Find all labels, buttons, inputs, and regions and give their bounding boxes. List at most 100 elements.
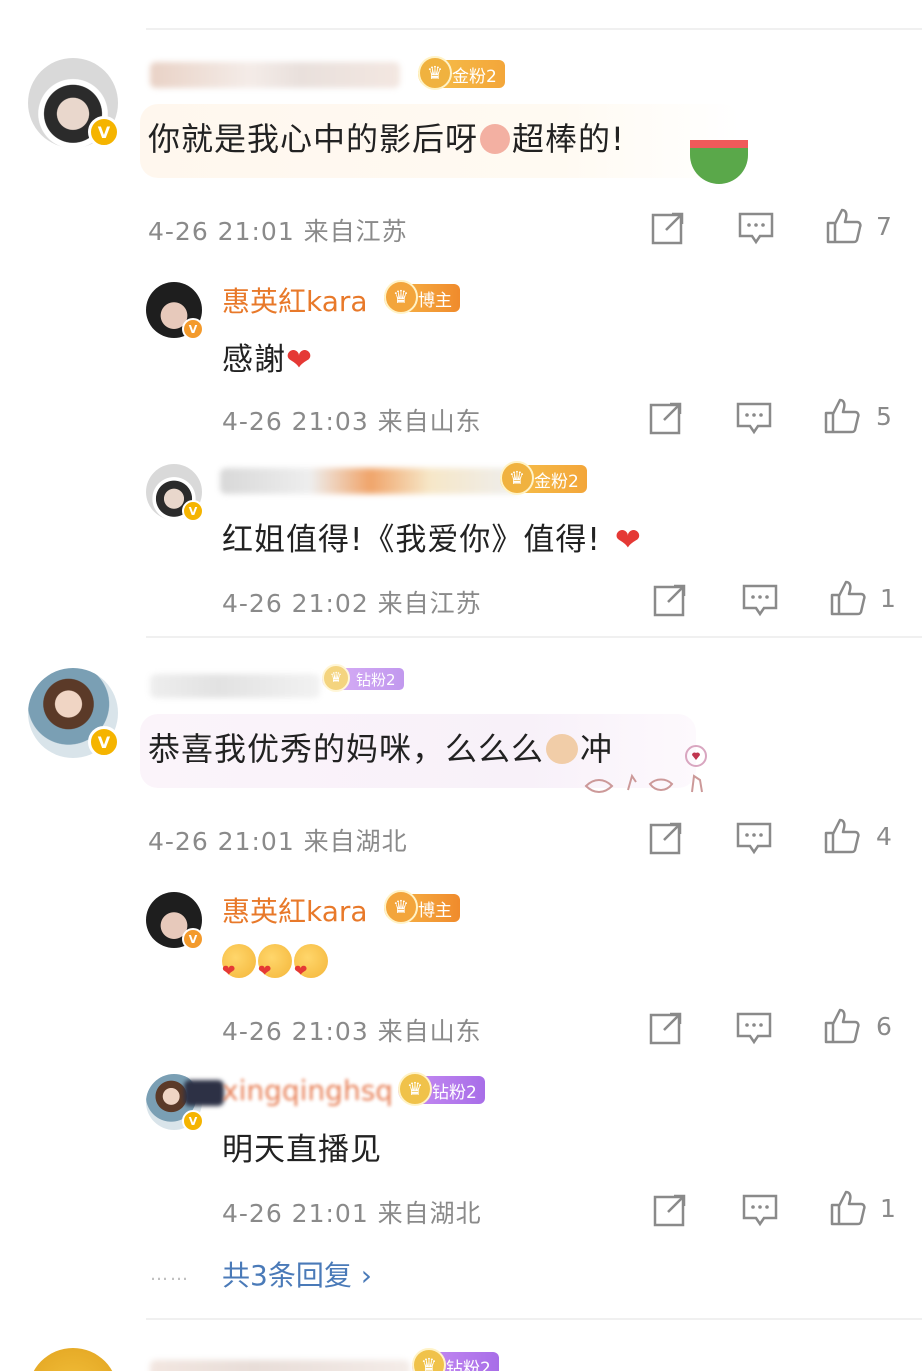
crown-icon: ♛ xyxy=(500,461,534,495)
avatar[interactable]: V xyxy=(146,892,204,950)
like-count: 1 xyxy=(880,584,896,613)
reply-meta: 4-26 21:01 来自湖北 xyxy=(222,1199,482,1228)
comment-icon xyxy=(742,1194,778,1227)
share-button[interactable] xyxy=(646,1008,686,1048)
comment-meta: 4-26 21:01 来自江苏 xyxy=(148,217,408,246)
thumbs-up-icon xyxy=(830,1190,866,1226)
verified-badge: V xyxy=(182,318,204,340)
avatar[interactable]: V xyxy=(28,668,120,758)
thumbs-up-icon xyxy=(824,398,860,434)
fan-badge: ♛ 钻粉2 xyxy=(322,664,404,692)
fan-badge: ♛ 金粉2 xyxy=(500,461,587,495)
reply-button[interactable] xyxy=(734,818,774,858)
like-button[interactable] xyxy=(824,206,864,246)
reply-button[interactable] xyxy=(734,398,774,438)
share-icon xyxy=(653,1194,686,1227)
hand-heart-sticker xyxy=(584,744,714,796)
blurred-username-mark xyxy=(184,1080,224,1106)
share-icon xyxy=(649,822,682,855)
comment-icon xyxy=(742,584,778,617)
crown-icon: ♛ xyxy=(418,56,452,90)
kiss-emoji xyxy=(546,734,579,764)
share-button[interactable] xyxy=(650,580,690,620)
avatar[interactable] xyxy=(28,1348,118,1371)
thumbs-up-icon xyxy=(826,208,862,244)
comment-icon xyxy=(738,212,774,245)
heart-icon: ❤ xyxy=(286,342,313,378)
crown-icon: ♛ xyxy=(398,1072,432,1106)
top-divider xyxy=(146,28,922,30)
username[interactable]: xingqinghsq xyxy=(222,1074,393,1107)
crown-icon: ♛ xyxy=(384,890,418,924)
share-button[interactable] xyxy=(646,398,686,438)
reply-button[interactable] xyxy=(740,580,780,620)
blurred-username xyxy=(150,1360,410,1371)
fan-badge: ♛ 钻粉2 xyxy=(398,1072,485,1106)
fan-badge: ♛ 钻粉2 xyxy=(412,1348,499,1371)
comment-text: 你就是我心中的影后呀 超棒的! xyxy=(148,120,625,158)
avatar[interactable]: V xyxy=(28,58,120,148)
reply-meta: 4-26 21:03 来自山东 xyxy=(222,407,482,436)
host-badge: ♛ 博主 xyxy=(384,890,460,924)
like-count: 7 xyxy=(876,212,892,241)
share-icon xyxy=(653,584,686,617)
verified-badge: V xyxy=(182,928,204,950)
comment-icon xyxy=(736,402,772,435)
comment-meta: 4-26 21:01 来自湖北 xyxy=(148,827,408,856)
comment-divider xyxy=(146,636,922,638)
crown-icon: ♛ xyxy=(322,664,350,692)
verified-badge: V xyxy=(182,500,204,522)
crown-icon: ♛ xyxy=(384,280,418,314)
like-button[interactable] xyxy=(822,1006,862,1046)
share-icon xyxy=(649,402,682,435)
heart-icon: ❤ xyxy=(614,522,642,558)
username[interactable]: 惠英紅kara xyxy=(222,280,368,320)
username[interactable]: 惠英紅kara xyxy=(222,890,368,930)
reply-button[interactable] xyxy=(734,1008,774,1048)
share-button[interactable] xyxy=(650,1190,690,1230)
verified-badge: V xyxy=(88,116,120,148)
comment-icon xyxy=(736,1012,772,1045)
host-badge: ♛ 博主 xyxy=(384,280,460,314)
blurred-username xyxy=(220,468,520,494)
like-button[interactable] xyxy=(822,396,862,436)
thumbs-up-icon xyxy=(824,818,860,854)
reply-meta: 4-26 21:02 来自江苏 xyxy=(222,589,482,618)
avatar[interactable]: V xyxy=(146,282,204,340)
more-replies-dots: …… xyxy=(150,1264,190,1285)
kiss-face-emoji: ❤ xyxy=(294,944,328,980)
share-icon xyxy=(649,1012,682,1045)
like-count: 1 xyxy=(880,1194,896,1223)
thumbs-up-icon xyxy=(824,1008,860,1044)
reply-text: 感謝❤ xyxy=(222,342,313,378)
comment-text: 恭喜我优秀的妈咪，么么么冲 xyxy=(148,730,614,768)
comment-icon xyxy=(736,822,772,855)
kiss-face-emoji: ❤ xyxy=(222,944,256,980)
reply-text: 明天直播见 xyxy=(222,1132,382,1168)
blurred-username xyxy=(150,62,400,88)
reply-button[interactable] xyxy=(740,1190,780,1230)
like-count: 4 xyxy=(876,822,892,851)
reply-emojis: ❤ ❤ ❤ xyxy=(222,944,332,980)
reply-text: 红姐值得!《我爱你》值得! ❤ xyxy=(222,522,642,558)
kiss-face-emoji: ❤ xyxy=(258,944,292,980)
reply-meta: 4-26 21:03 来自山东 xyxy=(222,1017,482,1046)
like-button[interactable] xyxy=(828,578,868,618)
share-button[interactable] xyxy=(646,818,686,858)
like-count: 6 xyxy=(876,1012,892,1041)
verified-badge: V xyxy=(182,1110,204,1132)
view-all-replies-link[interactable]: 共3条回复 › xyxy=(222,1254,372,1294)
comment-divider xyxy=(146,1318,922,1320)
crown-icon: ♛ xyxy=(412,1348,446,1371)
like-count: 5 xyxy=(876,402,892,431)
blurred-username xyxy=(150,674,320,698)
share-icon xyxy=(651,212,684,245)
fan-badge: ♛ 金粉2 xyxy=(418,56,505,90)
blush-emoji xyxy=(480,124,511,154)
avatar[interactable]: V xyxy=(146,464,204,522)
thumbs-up-icon xyxy=(830,580,866,616)
like-button[interactable] xyxy=(822,816,862,856)
like-button[interactable] xyxy=(828,1188,868,1228)
reply-button[interactable] xyxy=(736,208,776,248)
share-button[interactable] xyxy=(648,208,688,248)
